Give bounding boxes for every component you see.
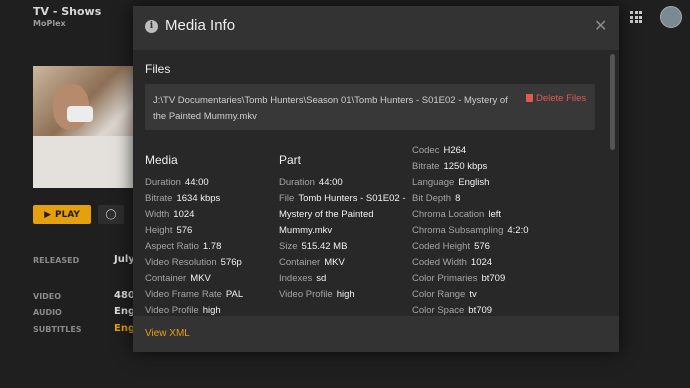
modal-header: i Media Info ✕ — [133, 6, 619, 50]
modal-title: Media Info — [165, 17, 236, 34]
media-info-modal: i Media Info ✕ Files J:\TV Documentaries… — [133, 6, 619, 352]
media-framerate-row: Video Frame Rate PAL — [145, 289, 244, 300]
stream-color-primaries-row: Color Primaries bt709 — [412, 273, 506, 284]
stream-bitdepth-row: Bit Depth 8 — [412, 193, 461, 204]
media-profile-row: Video Profile high — [145, 305, 221, 316]
stream-color-range-row: Color Range tv — [412, 289, 477, 300]
stream-coded-width-row: Coded Width 1024 — [412, 257, 493, 268]
trash-icon — [526, 94, 533, 102]
file-box: J:\TV Documentaries\Tomb Hunters\Season … — [145, 84, 595, 130]
stream-chroma-subsampling-row: Chroma Subsampling 4:2:0 — [412, 225, 529, 236]
subtitles-label: SUBTITLES — [33, 325, 82, 334]
released-label: RELEASED — [33, 256, 80, 265]
audio-label: AUDIO — [33, 308, 62, 317]
stream-codec-row: Codec H264 — [412, 145, 467, 156]
episode-thumbnail — [33, 66, 133, 188]
modal-body[interactable]: Files J:\TV Documentaries\Tomb Hunters\S… — [133, 50, 619, 316]
view-xml-link[interactable]: View XML — [145, 328, 190, 339]
stream-coded-height-row: Coded Height 576 — [412, 241, 490, 252]
part-indexes-row: Indexes sd — [279, 273, 327, 284]
part-size-row: Size 515.42 MB — [279, 241, 348, 252]
part-heading: Part — [279, 153, 302, 167]
check-circle-icon: ◯ — [105, 209, 117, 220]
stream-bitrate-row: Bitrate 1250 kbps — [412, 161, 488, 172]
part-file-row: File Tomb Hunters - S01E02 - Mystery of t… — [279, 193, 406, 236]
media-width-row: Width 1024 — [145, 209, 195, 220]
stream-chroma-location-row: Chroma Location left — [412, 209, 502, 220]
files-heading: Files — [145, 62, 171, 76]
delete-files-label: Delete Files — [536, 93, 587, 104]
user-avatar[interactable] — [660, 6, 682, 28]
media-resolution-row: Video Resolution 576p — [145, 257, 242, 268]
stream-color-space-row: Color Space bt709 — [412, 305, 493, 316]
play-button[interactable]: ▶ PLAY — [33, 205, 91, 224]
library-title[interactable]: TV - Shows — [33, 5, 101, 18]
subtitles-value[interactable]: Eng — [114, 323, 135, 334]
server-name: MoPlex — [33, 19, 66, 28]
part-container-row: Container MKV — [279, 257, 345, 268]
play-icon: ▶ — [44, 209, 51, 220]
media-duration-row: Duration 44:00 — [145, 177, 209, 188]
part-duration-row: Duration 44:00 — [279, 177, 343, 188]
media-height-row: Height 576 — [145, 225, 193, 236]
close-icon[interactable]: ✕ — [594, 16, 607, 35]
media-bitrate-row: Bitrate 1634 kbps — [145, 193, 221, 204]
stream-language-row: Language English — [412, 177, 490, 188]
modal-scrollbar[interactable] — [610, 54, 615, 150]
info-icon: i — [145, 20, 158, 33]
modal-footer: View XML — [133, 316, 619, 352]
media-container-row: Container MKV — [145, 273, 211, 284]
file-path: J:\TV Documentaries\Tomb Hunters\Season … — [153, 95, 508, 122]
apps-grid-icon[interactable] — [630, 11, 642, 23]
media-aspect-row: Aspect Ratio 1.78 — [145, 241, 222, 252]
play-label: PLAY — [54, 209, 80, 220]
part-profile-row: Video Profile high — [279, 289, 355, 300]
released-value: July — [114, 254, 135, 265]
delete-files-button[interactable]: Delete Files — [526, 93, 586, 104]
media-heading: Media — [145, 153, 178, 167]
mark-watched-button[interactable]: ◯ — [98, 205, 124, 224]
video-label: VIDEO — [33, 292, 62, 301]
